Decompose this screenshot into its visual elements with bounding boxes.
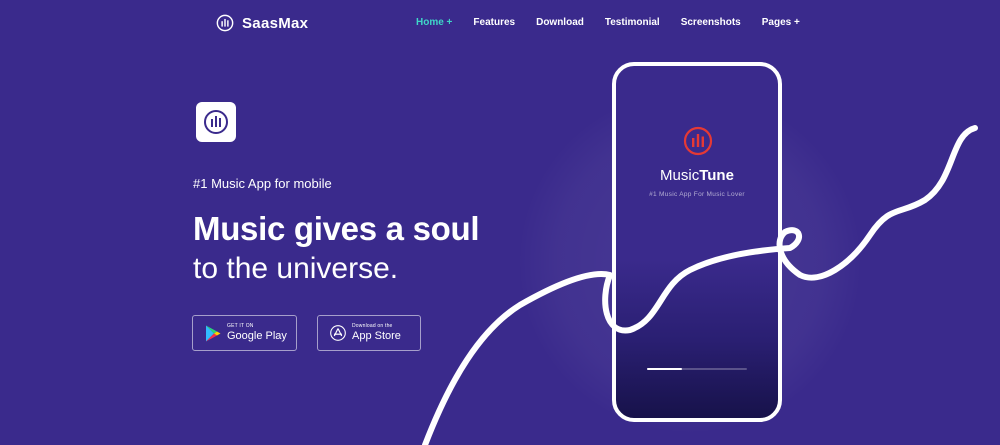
nav-item-pages[interactable]: Pages + [762,17,800,28]
brand-name: SaasMax [242,14,309,32]
nav-item-features[interactable]: Features [473,17,515,28]
phone-app-name-regular: Music [660,167,700,184]
phone-mockup: MusicTune #1 Music App For Music Lover [612,62,782,422]
hero-headline: Music gives a soul [193,210,480,247]
google-play-icon [206,325,221,341]
phone-progress-fill [647,368,682,370]
top-navbar: SaasMax Home + Features Download Testimo… [0,0,1000,48]
hero-subheadline: to the universe. [193,252,399,285]
app-store-small-label: Download on the [352,323,393,329]
google-play-button[interactable]: GET IT ON Google Play [192,315,297,351]
google-play-label: Google Play [227,330,287,342]
phone-progress-bar [647,368,747,370]
nav-item-screenshots[interactable]: Screenshots [681,17,741,28]
equalizer-bars-icon [204,110,228,134]
music-bars-circle-icon [683,126,713,156]
phone-app-name: MusicTune [616,167,778,184]
phone-subtitle: #1 Music App For Music Lover [649,191,745,198]
app-store-icon [330,325,346,341]
hero-section: SaasMax Home + Features Download Testimo… [0,0,1000,445]
nav-item-home[interactable]: Home + [416,17,452,28]
app-store-button[interactable]: Download on the App Store [317,315,421,351]
app-icon-tile [196,102,236,142]
app-store-label: App Store [352,330,401,342]
phone-app-name-bold: Tune [699,167,734,184]
main-menu: Home + Features Download Testimonial Scr… [416,17,821,28]
equalizer-bars-icon [216,14,234,32]
hero-tagline: #1 Music App for mobile [193,176,332,191]
nav-item-testimonial[interactable]: Testimonial [605,17,660,28]
nav-item-download[interactable]: Download [536,17,584,28]
brand-logo[interactable]: SaasMax [216,14,308,32]
google-play-small-label: GET IT ON [227,323,254,329]
